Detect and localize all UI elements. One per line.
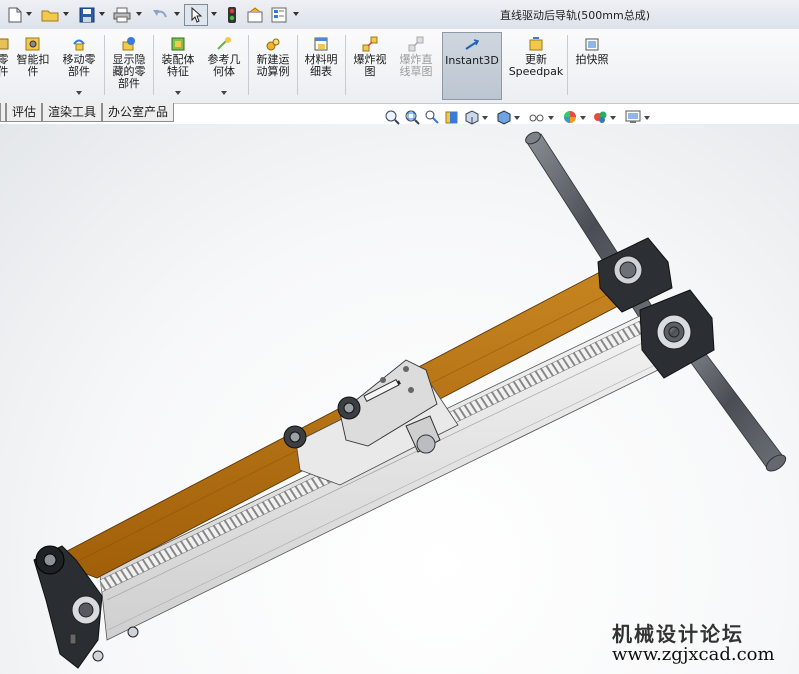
hide-show-dropdown[interactable] [548, 116, 554, 120]
assembly-feature-icon [170, 36, 186, 52]
ribbon-separator [297, 35, 298, 95]
bom-label: 材料明 细表 [304, 53, 338, 78]
customize-icon[interactable] [270, 5, 288, 25]
ribbon-separator [248, 35, 249, 95]
tab-render-tools[interactable]: 渲染工具 [42, 103, 103, 122]
component-label: 零 件 [0, 53, 9, 78]
motion-study-label: 新建运 动算例 [256, 53, 290, 78]
window-title: 直线驱动后导轨(500mm总成) [500, 9, 651, 22]
smart-fastener-icon [25, 36, 41, 52]
explode-line-label: 爆炸直 线草图 [399, 53, 433, 78]
tab-evaluate[interactable]: 评估 [6, 103, 43, 122]
customize-dropdown-arrow[interactable] [293, 12, 299, 16]
speedpak-button[interactable]: 更新 Speedpak [506, 32, 566, 100]
open-folder-icon[interactable] [40, 5, 60, 25]
new-dropdown-arrow[interactable] [26, 12, 32, 16]
save-icon[interactable] [78, 5, 96, 25]
tab-office-products[interactable]: 办公室产品 [102, 103, 175, 122]
smart-fastener-button[interactable]: 智能扣 件 [12, 32, 54, 100]
open-dropdown-arrow[interactable] [63, 12, 69, 16]
linear-guide-model[interactable] [0, 124, 799, 674]
move-component-button[interactable]: 移动零 部件 [56, 32, 102, 100]
reference-geometry-button[interactable]: 参考几 何体 [202, 32, 246, 100]
print-icon[interactable] [112, 5, 132, 25]
snapshot-button[interactable]: 拍快照 [570, 32, 614, 100]
move-component-label: 移动零 部件 [62, 53, 96, 78]
bom-icon [313, 36, 329, 52]
explode-line-icon [408, 36, 424, 52]
instant3d-label: Instant3D [445, 54, 499, 67]
options-icon[interactable] [246, 5, 264, 25]
explode-view-icon [362, 36, 378, 52]
undo-dropdown-arrow[interactable] [174, 12, 180, 16]
explode-line-button[interactable]: 爆炸直 线草图 [393, 32, 439, 100]
speedpak-label: 更新 Speedpak [508, 53, 564, 78]
assembly-feature-dropdown[interactable] [175, 91, 181, 95]
title-bar: 直线驱动后导轨(500mm总成) [0, 0, 799, 30]
bom-button[interactable]: 材料明 细表 [300, 32, 342, 100]
ribbon-separator [345, 35, 346, 95]
component-icon [0, 36, 11, 52]
speedpak-icon [528, 36, 544, 52]
ribbon-separator [153, 35, 154, 95]
snapshot-icon [584, 36, 600, 52]
snapshot-label: 拍快照 [575, 53, 609, 66]
watermark-url: www.zgjxcad.com [612, 644, 775, 665]
motion-study-button[interactable]: 新建运 动算例 [251, 32, 295, 100]
reference-geometry-label: 参考几 何体 [207, 53, 241, 78]
site-watermark: 机械设计论坛 www.zgjxcad.com [612, 618, 797, 665]
save-dropdown-arrow[interactable] [99, 12, 105, 16]
component-button[interactable]: 零 件 [0, 32, 12, 100]
smart-fastener-label: 智能扣 件 [16, 53, 50, 78]
assembly-feature-label: 装配体 特征 [161, 53, 195, 78]
new-document-icon[interactable] [6, 5, 24, 25]
undo-icon[interactable] [150, 5, 170, 25]
show-hidden-button[interactable]: 显示隐 藏的零 部件 [107, 32, 151, 100]
view-orientation-dropdown[interactable] [482, 116, 488, 120]
reference-geometry-icon [216, 36, 232, 52]
ribbon-separator [567, 35, 568, 95]
explode-view-button[interactable]: 爆炸视 图 [348, 32, 392, 100]
apply-scene-dropdown[interactable] [610, 116, 616, 120]
view-settings-dropdown[interactable] [644, 116, 650, 120]
rebuild-icon[interactable] [224, 5, 240, 25]
command-manager-tabs: 评估 渲染工具 办公室产品 [0, 103, 175, 123]
watermark-title: 机械设计论坛 [612, 622, 744, 646]
ribbon-separator [104, 35, 105, 95]
command-manager-ribbon: 零 件 智能扣 件 移动零 部件 显示隐 藏的零 部件 装配体 特征 参考几 何… [0, 29, 799, 104]
rail-body [99, 312, 659, 641]
move-component-icon [71, 36, 87, 52]
reference-geometry-dropdown[interactable] [221, 91, 227, 95]
show-hidden-label: 显示隐 藏的零 部件 [112, 53, 146, 90]
move-component-dropdown[interactable] [76, 91, 82, 95]
edit-appearance-dropdown[interactable] [580, 116, 586, 120]
print-dropdown-arrow[interactable] [136, 12, 142, 16]
instant3d-button[interactable]: Instant3D [442, 32, 502, 100]
select-pointer-icon[interactable] [184, 4, 208, 26]
assembly-feature-button[interactable]: 装配体 特征 [156, 32, 200, 100]
instant3d-icon [464, 37, 480, 53]
display-style-dropdown[interactable] [514, 116, 520, 120]
select-dropdown-arrow[interactable] [211, 12, 217, 16]
explode-view-label: 爆炸视 图 [353, 53, 387, 78]
show-hidden-icon [121, 36, 137, 52]
motion-study-icon [265, 36, 281, 52]
